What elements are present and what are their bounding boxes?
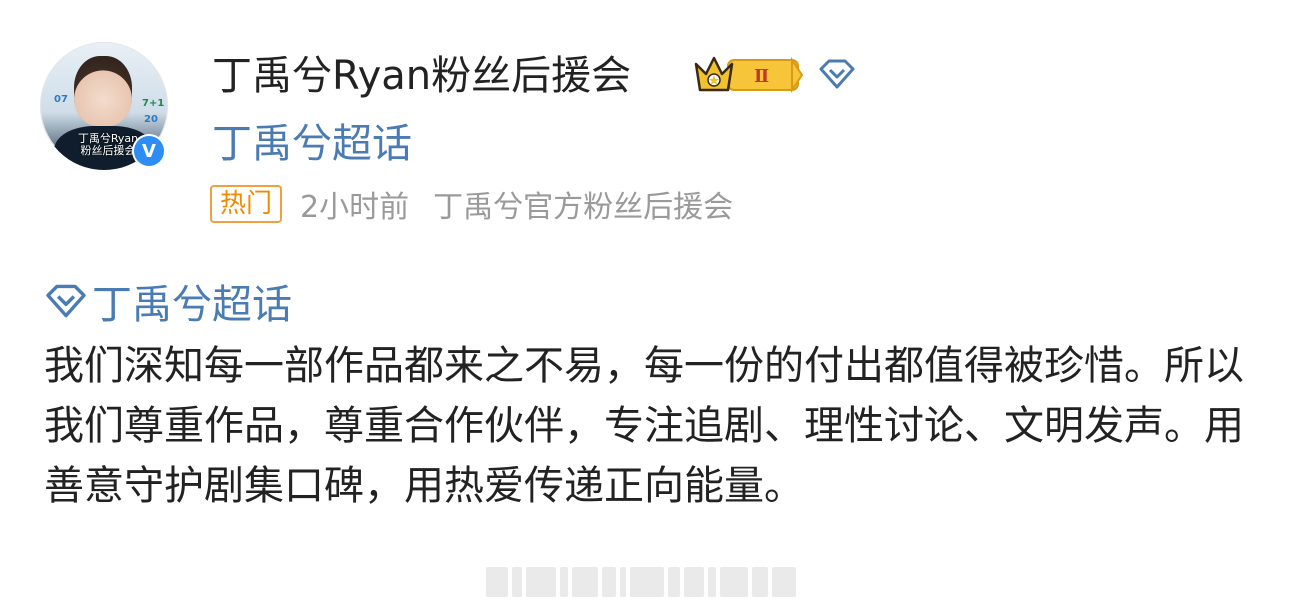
avatar-caption-line: 粉丝后援会 bbox=[80, 144, 136, 157]
author-name[interactable]: 丁禹兮Ryan粉丝后援会 bbox=[212, 50, 631, 102]
watermark bbox=[486, 564, 804, 600]
crown-badge-icon[interactable]: Ⅱ bbox=[692, 52, 804, 98]
post-time: 2小时前 bbox=[300, 190, 410, 225]
avatar-deco-number: 7+1 bbox=[142, 98, 165, 109]
super-topic-diamond-icon bbox=[46, 284, 86, 318]
avatar-face bbox=[74, 56, 132, 126]
super-topic-link[interactable]: 丁禹兮超话 bbox=[212, 118, 412, 170]
post-meta: 热门 2小时前 丁禹兮官方粉丝后援会 bbox=[210, 182, 733, 226]
post-body: 我们深知每一部作品都来之不易，每一份的付出都值得被珍惜。所以我们尊重作品，尊重合… bbox=[44, 343, 1244, 509]
verified-v-icon: V bbox=[132, 134, 166, 168]
body-topic-link[interactable]: 丁禹兮超话 bbox=[44, 276, 292, 328]
avatar-deco-number: 20 bbox=[144, 114, 158, 125]
hot-tag: 热门 bbox=[210, 185, 283, 223]
avatar-deco-number: 07 bbox=[54, 94, 68, 105]
badge-level: Ⅱ bbox=[754, 66, 769, 87]
post-source[interactable]: 丁禹兮官方粉丝后援会 bbox=[433, 182, 733, 226]
body-topic-label[interactable]: 丁禹兮超话 bbox=[92, 272, 292, 330]
super-topic-diamond-icon bbox=[819, 59, 855, 89]
